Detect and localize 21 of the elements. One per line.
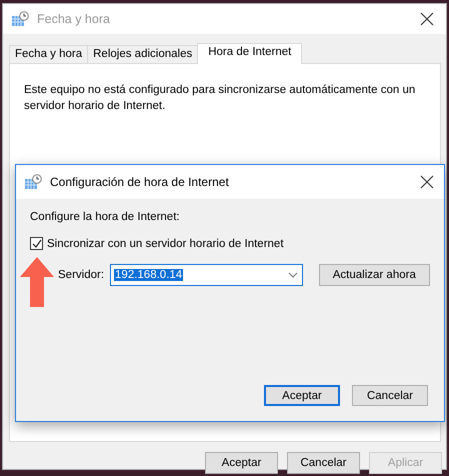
dialog-title: Configuración de hora de Internet xyxy=(50,175,230,189)
checkbox-label: Sincronizar con un servidor horario de Internet xyxy=(47,238,284,250)
calendar-clock-icon xyxy=(11,11,29,27)
dialog-button[interactable]: Cancelar xyxy=(352,385,428,406)
server-combobox[interactable]: 192.168.0.14 xyxy=(110,264,303,286)
arrow-icon xyxy=(19,257,55,307)
tab[interactable]: Hora de Internet xyxy=(197,43,302,64)
close-icon[interactable] xyxy=(420,12,434,26)
tab[interactable]: Fecha y hora xyxy=(9,45,88,63)
status-message: Este equipo no está configurado para sincronizarse automáticamente con un servidor horario de Internet. xyxy=(24,83,416,114)
server-label: Servidor: xyxy=(58,269,104,281)
window-title: Fecha y hora xyxy=(37,12,111,26)
chevron-icon[interactable] xyxy=(288,272,298,278)
calendar-clock-icon xyxy=(24,174,42,190)
section-label: Configure la hora de Internet: xyxy=(30,211,181,223)
dialog-button[interactable]: Aceptar xyxy=(205,452,278,474)
update-now-button[interactable]: Actualizar ahora xyxy=(318,264,430,286)
close-icon[interactable] xyxy=(420,175,434,189)
dialog-button[interactable]: Aceptar xyxy=(264,385,340,406)
checkbox[interactable] xyxy=(30,237,43,250)
dialog-button[interactable]: Cancelar xyxy=(287,452,360,474)
